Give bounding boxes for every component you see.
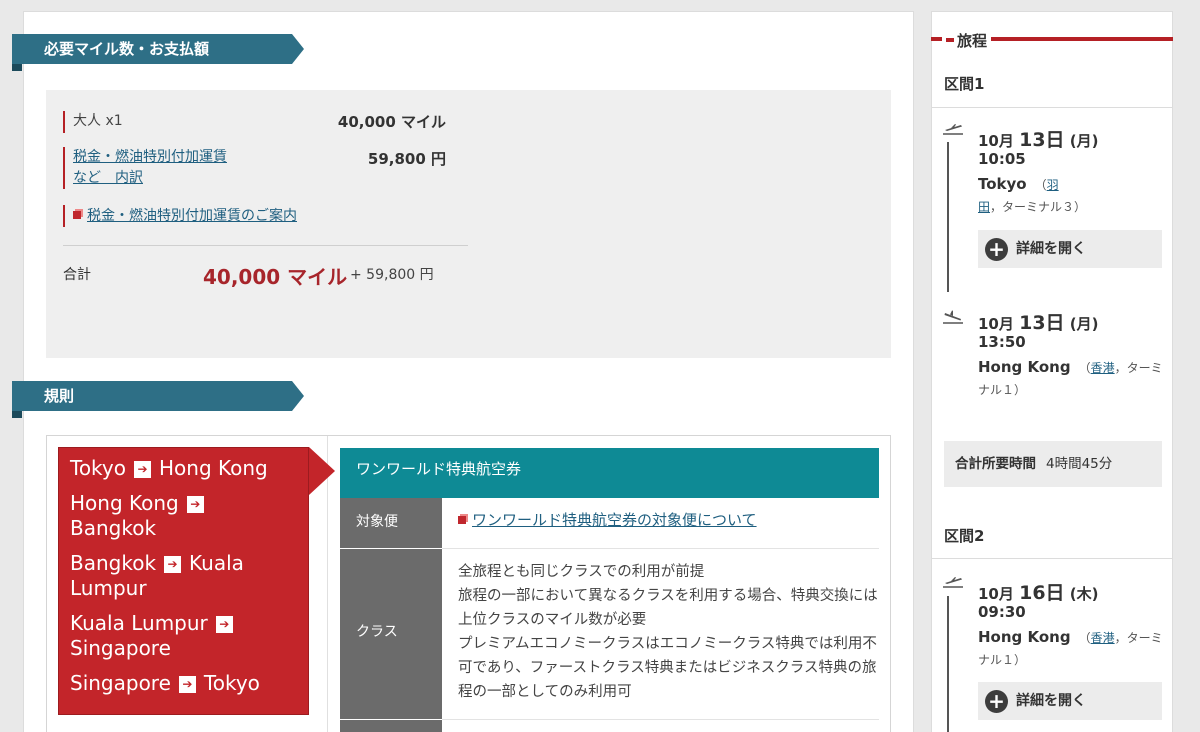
expand-details-button[interactable]: + 詳細を開く [978,230,1162,268]
rules-separator [327,436,328,732]
itinerary-title: 旅程 [942,30,992,51]
target-flights-link[interactable]: ワンワールド特典航空券の対象便について [472,511,757,529]
segment1-total-duration: 合計所要時間 4時間45分 [944,441,1162,487]
target-flights-cell: ワンワールド特典航空券の対象便について [442,498,879,548]
external-link-icon [458,516,466,524]
segment1-dep-place: Tokyo （羽田，ターミナル３） [978,175,1087,214]
route-item: Bangkok ➔ Kuala Lumpur [70,551,244,600]
arrow-right-icon: ➔ [164,556,182,573]
segment2-title: 区間2 [944,527,985,545]
segment2-dep-date: 10月 16日 (木) [978,582,1099,604]
landing-icon [942,310,964,328]
segment1-title: 区間1 [944,75,985,93]
airport-link[interactable]: 香港 [1091,631,1115,645]
fare-type-header: ワンワールド特典航空券 [340,448,879,498]
tax-row: 税金・燃油特別付加運賃 など 内訳 [63,147,227,189]
segment2-timeline [947,596,949,732]
arrow-right-icon: ➔ [178,676,196,693]
adult-miles: 40,000 マイル [337,113,446,131]
takeoff-icon [942,123,964,139]
segment1-arr-time: 13:50 [978,333,1026,351]
row-divider [442,719,879,720]
total-miles: 40,000 マイル [203,265,348,289]
section-head-fold [12,411,22,418]
route-item: Kuala Lumpur ➔ Singapore [70,611,308,661]
next-rule-label [340,720,442,732]
segment2-dep-time: 09:30 [978,603,1026,621]
target-flights-label: 対象便 [340,498,442,548]
adult-row: 大人 x1 [63,111,123,133]
tax-amount: 59,800 円 [367,150,446,168]
segment1-dep-date: 10月 13日 (月) [978,129,1099,151]
payment-section-title: 必要マイル数・お支払額 [12,34,304,64]
adult-label: 大人 x1 [73,113,123,129]
route-item: Hong Kong ➔ Bangkok [70,491,308,541]
plus-icon: + [985,690,1008,713]
rules-section-title: 規則 [12,381,304,411]
route-list: Tokyo ➔ Hong Kong Hong Kong ➔ Bangkok Bangko… [58,447,309,715]
class-rules-text: 全旅程とも同じクラスでの利用が前提 旅程の一部において異なるクラスを利用する場合… [458,564,878,700]
segment-divider [931,107,1173,108]
segment-divider [931,558,1173,559]
segment1-arr-date: 10月 13日 (月) [978,312,1099,334]
tax-breakdown-link[interactable]: 税金・燃油特別付加運賃 など 内訳 [73,147,227,189]
total-label: 合計 [63,267,91,283]
total-yen: + 59,800 円 [350,267,434,283]
segment1-dep-time: 10:05 [978,150,1026,168]
arrow-right-icon: ➔ [215,616,233,633]
tax-info-link[interactable]: 税金・燃油特別付加運賃のご案内 [87,208,297,224]
row-divider [442,548,879,549]
segment1-arr-place: Hong Kong （香港，ターミナル１） [978,358,1163,397]
plus-icon: + [985,238,1008,261]
expand-details-button[interactable]: + 詳細を開く [978,682,1162,720]
route-item: Singapore ➔ Tokyo [70,671,260,695]
takeoff-icon [942,576,964,592]
divider [63,245,468,246]
arrow-right-icon: ➔ [134,461,151,478]
tax-info-row: 税金・燃油特別付加運賃のご案内 [63,205,297,227]
external-link-icon [73,211,81,219]
class-label: クラス [340,549,442,719]
segment1-timeline [947,142,949,292]
arrow-right-icon: ➔ [186,496,204,513]
segment2-dep-place: Hong Kong （香港，ターミナル１） [978,628,1163,667]
route-item: Tokyo ➔ Hong Kong [70,456,268,480]
section-head-fold [12,64,22,71]
airport-link[interactable]: 香港 [1091,361,1115,375]
